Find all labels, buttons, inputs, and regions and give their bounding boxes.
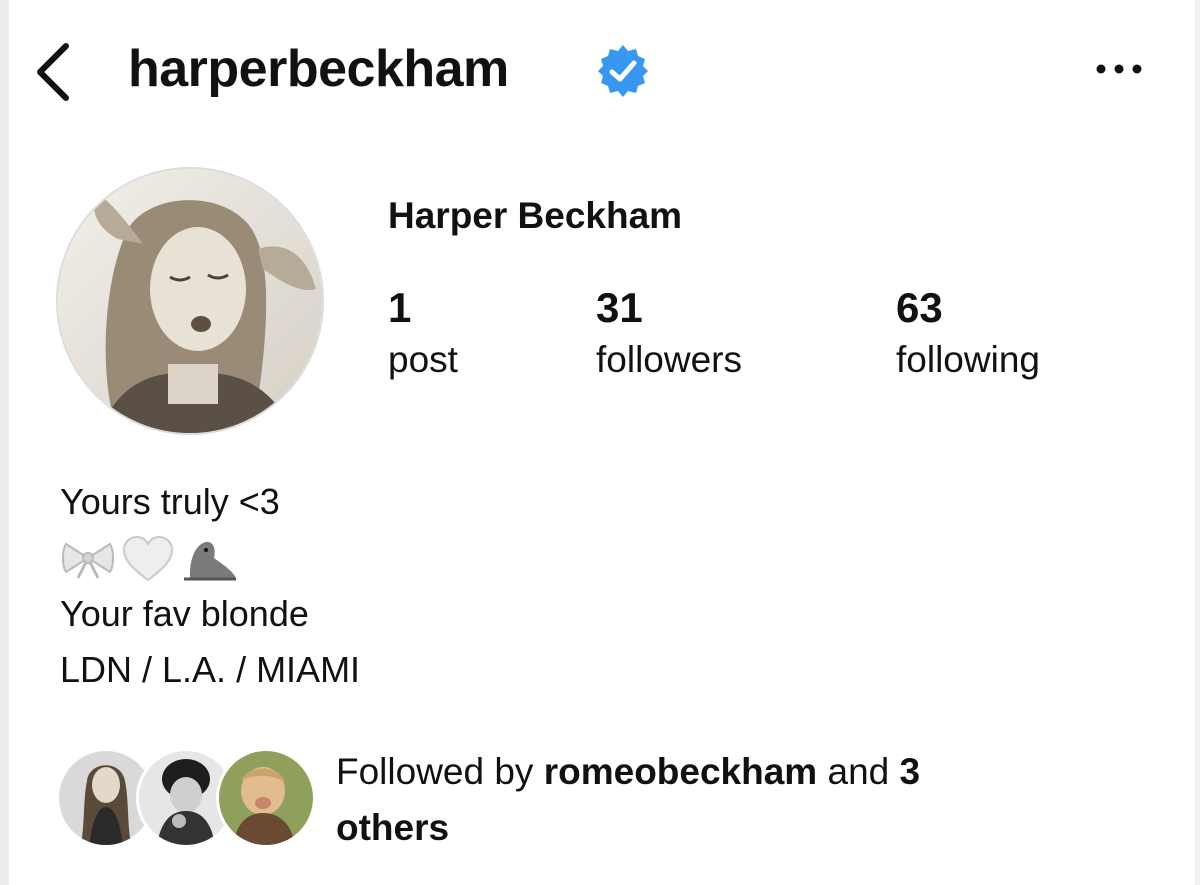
mutual-avatar-3	[216, 748, 316, 848]
profile-avatar[interactable]	[56, 167, 324, 435]
profile-username: harperbeckham	[128, 40, 509, 98]
posts-count: 1	[388, 284, 412, 331]
followed-by-others[interactable]: others	[336, 807, 449, 848]
left-border	[0, 0, 9, 885]
followers-stat[interactable]: 31 followers	[596, 284, 742, 386]
followed-by-user[interactable]: romeobeckham	[544, 751, 818, 792]
back-button[interactable]	[32, 42, 76, 102]
seal-emoji	[184, 541, 236, 581]
followed-by-text[interactable]: Followed by romeobeckham and 3 others	[336, 744, 1096, 856]
bow-emoji	[62, 542, 114, 579]
profile-full-name: Harper Beckham	[388, 195, 683, 236]
profile-bio: Yours truly <3 Your fav blonde LDN / L.A…	[60, 474, 360, 698]
verified-badge-icon	[596, 44, 650, 98]
followers-count: 31	[596, 284, 643, 331]
posts-label: post	[388, 339, 458, 380]
more-horizontal-icon	[1096, 64, 1142, 74]
following-label: following	[896, 339, 1040, 380]
posts-stat[interactable]: 1 post	[388, 284, 458, 386]
followed-by-count: 3	[899, 751, 921, 792]
bio-line-1: Yours truly <3	[60, 481, 280, 522]
more-options-button[interactable]	[1088, 52, 1150, 86]
bio-line-4: LDN / L.A. / MIAMI	[60, 649, 361, 690]
bio-line-3: Your fav blonde	[60, 593, 309, 634]
white-heart-emoji	[122, 536, 174, 582]
right-border	[1195, 0, 1200, 885]
bio-emoji-row	[60, 530, 360, 586]
following-count: 63	[896, 284, 943, 331]
chevron-left-icon	[37, 43, 69, 101]
followed-by-and: and	[827, 751, 890, 792]
following-stat[interactable]: 63 following	[896, 284, 1040, 386]
followers-label: followers	[596, 339, 742, 380]
followed-by-prefix: Followed by	[336, 751, 534, 792]
mutual-followers-avatars[interactable]	[56, 748, 316, 852]
